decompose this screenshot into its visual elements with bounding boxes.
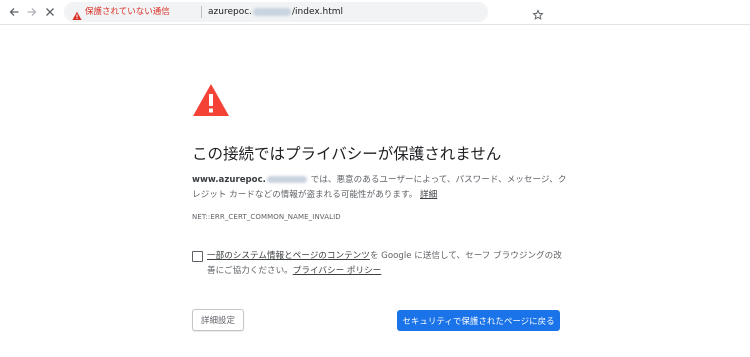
address-bar[interactable]: 保護されていない通信 azurepoc. /index.html <box>64 2 544 25</box>
forward-icon[interactable] <box>24 4 40 20</box>
advanced-button[interactable]: 詳細設定 <box>192 309 244 331</box>
safe-browsing-checkbox[interactable] <box>192 251 203 262</box>
star-icon[interactable] <box>532 6 544 20</box>
browser-toolbar: 保護されていない通信 azurepoc. /index.html <box>0 0 750 25</box>
error-code: NET::ERR_CERT_COMMON_NAME_INVALID <box>192 213 341 221</box>
url-prefix: azurepoc. <box>208 7 253 17</box>
redacted-domain <box>266 176 307 183</box>
optin-text: 一部のシステム情報とページのコンテンツを Google に送信して、セーフ ブラ… <box>207 249 567 279</box>
privacy-policy-link[interactable]: プライバシー ポリシー <box>293 266 382 276</box>
system-info-link[interactable]: 一部のシステム情報とページのコンテンツ <box>207 251 370 261</box>
security-status-text[interactable]: 保護されていない通信 <box>85 6 170 18</box>
domain-text: www.azurepoc. <box>192 175 308 185</box>
warning-message: www.azurepoc. では、悪意のあるユーザーによって、パスワード、メッセ… <box>192 173 572 203</box>
back-icon[interactable] <box>6 4 22 20</box>
warning-icon[interactable] <box>72 6 82 25</box>
details-link[interactable]: 詳細 <box>420 190 437 200</box>
back-to-safety-button[interactable]: セキュリティで保護されたページに戻る <box>397 310 560 331</box>
url-suffix: /index.html <box>292 7 344 17</box>
warning-triangle-icon <box>192 83 230 121</box>
redacted-domain <box>253 8 292 16</box>
url-text[interactable]: azurepoc. /index.html <box>208 6 343 18</box>
url-separator <box>201 6 202 18</box>
close-icon[interactable] <box>42 4 58 20</box>
page-title: この接続ではプライバシーが保護されません <box>192 145 502 163</box>
